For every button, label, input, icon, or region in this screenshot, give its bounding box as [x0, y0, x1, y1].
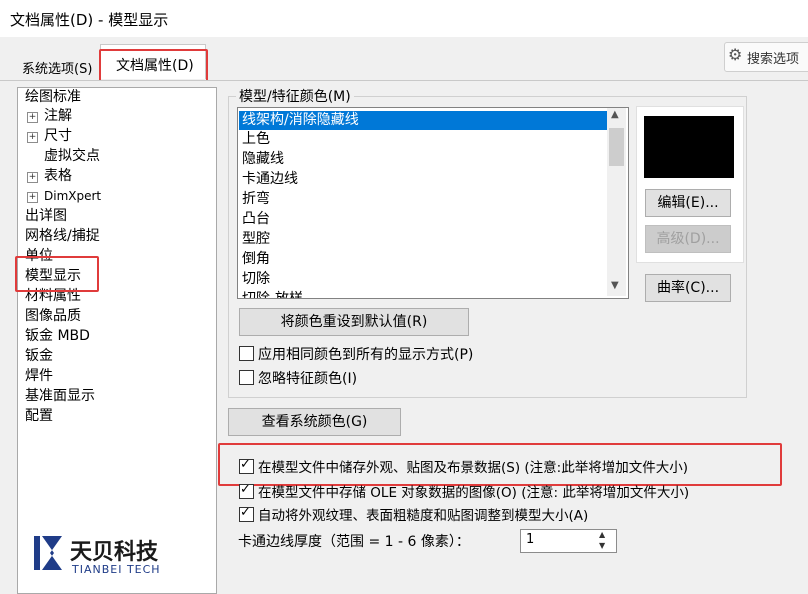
apply-same-color-checkbox[interactable]: [239, 346, 254, 361]
list-item-selected[interactable]: 线架构/消除隐藏线: [239, 111, 610, 130]
silhouette-thickness-label: 卡通边线厚度（范围 = 1 - 6 像素）：: [238, 534, 470, 550]
tree-item-plane-display[interactable]: 基准面显示: [25, 387, 95, 405]
expand-icon[interactable]: +: [27, 132, 38, 143]
watermark-company-name-en: TIANBEI TECH: [72, 563, 161, 576]
chevron-down-icon[interactable]: ▼: [611, 280, 619, 291]
tree-item-sheet-metal[interactable]: 钣金: [25, 347, 53, 365]
reset-colors-button[interactable]: 将颜色重设到默认值(R): [239, 308, 469, 336]
tree-item-dimxpert[interactable]: DimXpert: [44, 187, 101, 205]
advanced-button[interactable]: 高级(D)...: [645, 225, 731, 253]
property-tree: 绘图标准 + 注解 + 尺寸 虚拟交点 + 表格 + DimXpert 出详图 …: [17, 87, 217, 594]
list-item[interactable]: 折弯: [242, 190, 270, 209]
store-ole-label: 在模型文件中存储 OLE 对象数据的图像(O) (注意: 此举将增加文件大小): [258, 485, 690, 501]
tree-item-weldments[interactable]: 焊件: [25, 367, 53, 385]
chevron-up-icon[interactable]: ▲: [611, 109, 619, 120]
chevron-down-icon[interactable]: ▼: [599, 541, 605, 550]
expand-icon[interactable]: +: [27, 172, 38, 183]
color-list[interactable]: 线架构/消除隐藏线 上色 隐藏线 卡通边线 折弯 凸台 型腔 倒角 切除 切除-…: [237, 107, 629, 299]
search-options-field[interactable]: ⚙ 搜索选项: [724, 42, 808, 72]
gear-icon: ⚙: [728, 45, 743, 64]
watermark-company-name: 天贝科技: [70, 540, 159, 565]
chevron-up-icon[interactable]: ▲: [599, 530, 605, 539]
title-bar: 文档属性(D) - 模型显示: [0, 0, 808, 37]
search-label: 搜索选项: [747, 52, 800, 67]
expand-icon[interactable]: +: [27, 112, 38, 123]
curvature-button[interactable]: 曲率(C)...: [645, 274, 731, 302]
list-item[interactable]: 凸台: [242, 210, 270, 229]
list-item[interactable]: 型腔: [242, 230, 270, 249]
view-system-colors-button[interactable]: 查看系统颜色(G): [228, 408, 401, 436]
list-item[interactable]: 切除: [242, 270, 270, 289]
tree-item-image-quality[interactable]: 图像品质: [25, 307, 81, 325]
apply-same-color-label: 应用相同颜色到所有的显示方式(P): [258, 347, 474, 363]
silhouette-thickness-stepper[interactable]: 1 ▲ ▼: [520, 529, 617, 553]
model-feature-colors-label: 模型/特征颜色(M): [236, 86, 354, 106]
auto-scale-checkbox[interactable]: [239, 505, 254, 522]
auto-scale-label: 自动将外观纹理、表面粗糙度和贴图调整到模型大小(A): [258, 508, 589, 524]
list-item[interactable]: 卡通边线: [242, 170, 298, 189]
tree-item-detailing[interactable]: 出详图: [25, 207, 67, 225]
ignore-feature-color-checkbox[interactable]: [239, 370, 254, 385]
tab-highlight-box: [99, 49, 208, 84]
list-item[interactable]: 隐藏线: [242, 150, 284, 169]
tree-item-tables[interactable]: 表格: [44, 167, 72, 185]
tree-item-configurations[interactable]: 配置: [25, 407, 53, 425]
tianbei-logo-icon: [34, 536, 62, 570]
scrollbar-thumb[interactable]: [609, 128, 624, 166]
window-title: 文档属性(D) - 模型显示: [10, 11, 169, 29]
color-preview-swatch: [644, 116, 734, 178]
list-item[interactable]: 上色: [242, 130, 270, 149]
model-display-highlight-box: [15, 256, 99, 292]
store-appearance-highlight-box: [218, 443, 782, 486]
tree-item-drafting-standard[interactable]: 绘图标准: [25, 88, 81, 106]
tree-item-annotations[interactable]: 注解: [44, 107, 72, 125]
silhouette-thickness-value: 1: [526, 532, 535, 547]
store-ole-checkbox[interactable]: [239, 482, 254, 499]
expand-icon[interactable]: +: [27, 192, 38, 203]
edit-button[interactable]: 编辑(E)...: [645, 189, 731, 217]
tree-item-sheet-metal-mbd[interactable]: 钣金 MBD: [25, 327, 90, 345]
ignore-feature-color-label: 忽略特征颜色(I): [258, 371, 358, 387]
tree-item-grid-snap[interactable]: 网格线/捕捉: [25, 227, 100, 245]
tree-item-virtual-sharps[interactable]: 虚拟交点: [44, 147, 100, 165]
list-item[interactable]: 倒角: [242, 250, 270, 269]
list-item[interactable]: 切除-放样: [242, 290, 303, 298]
tree-item-dimensions[interactable]: 尺寸: [44, 127, 72, 145]
